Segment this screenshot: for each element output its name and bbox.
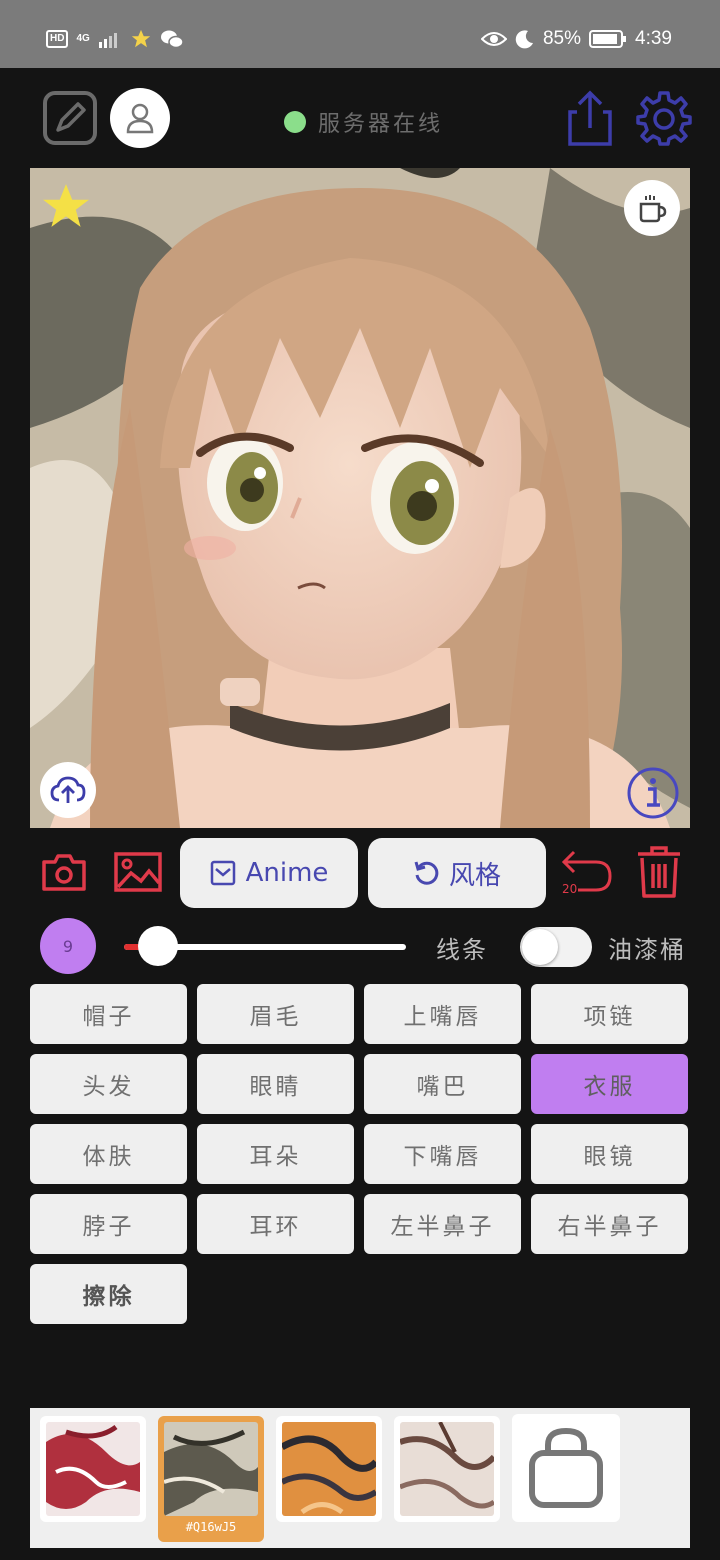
hd-indicator: HD xyxy=(46,30,69,48)
avatar-button[interactable] xyxy=(110,88,170,148)
info-button[interactable] xyxy=(626,766,680,820)
style-swatch[interactable] xyxy=(40,1416,146,1522)
tag-eyes[interactable]: 眼睛 xyxy=(197,1054,354,1114)
tag-eyebrow[interactable]: 眉毛 xyxy=(197,984,354,1044)
image-icon xyxy=(114,852,162,892)
network-indicator: 4G xyxy=(76,33,90,44)
upload-button[interactable] xyxy=(40,762,96,818)
coffee-cup-icon xyxy=(639,195,667,223)
server-status-dot xyxy=(284,111,306,133)
eye-icon xyxy=(480,32,507,46)
share-icon xyxy=(568,90,612,146)
edit-button[interactable] xyxy=(42,90,98,146)
style-thumbnail-brown xyxy=(400,1422,494,1516)
tag-hat[interactable]: 帽子 xyxy=(30,984,187,1044)
tag-left-nose[interactable]: 左半鼻子 xyxy=(364,1194,521,1254)
style-swatch[interactable] xyxy=(394,1416,500,1522)
top-toolbar: 服务器在线 xyxy=(0,68,720,168)
style-store-button[interactable] xyxy=(512,1414,620,1522)
tag-mouth[interactable]: 嘴巴 xyxy=(364,1054,521,1114)
anime-portrait-image xyxy=(30,168,690,828)
gallery-button[interactable] xyxy=(112,848,164,896)
style-swatch[interactable] xyxy=(276,1416,382,1522)
style-swatch-selected[interactable]: #Q16wJ5 xyxy=(158,1416,264,1542)
wechat-icon xyxy=(160,30,184,49)
tag-erase[interactable]: 擦除 xyxy=(30,1264,187,1324)
tag-hair[interactable]: 头发 xyxy=(30,1054,187,1114)
tag-necklace[interactable]: 项链 xyxy=(531,984,688,1044)
moon-icon xyxy=(515,30,533,49)
tag-earring[interactable]: 耳环 xyxy=(197,1194,354,1254)
tag-lower-lip[interactable]: 下嘴唇 xyxy=(364,1124,521,1184)
tag-right-nose[interactable]: 右半鼻子 xyxy=(531,1194,688,1254)
tag-neck[interactable]: 脖子 xyxy=(30,1194,187,1254)
status-bar: HD 4G 85% 4:39 xyxy=(0,0,720,68)
star-notification-icon xyxy=(131,29,150,48)
refresh-icon xyxy=(414,861,439,885)
style-button[interactable]: 风格 xyxy=(368,838,546,908)
star-icon xyxy=(43,184,89,227)
battery-percent: 85% xyxy=(542,28,582,49)
anime-button-label: Anime xyxy=(245,858,329,888)
camera-button[interactable] xyxy=(40,848,88,896)
settings-button[interactable] xyxy=(634,88,694,148)
camera-icon xyxy=(42,854,86,891)
battery-icon xyxy=(589,30,627,48)
style-code: #Q16wJ5 xyxy=(185,1520,237,1534)
paint-bucket-label: 油漆桶 xyxy=(608,936,686,964)
slider-thumb[interactable] xyxy=(137,926,178,966)
undo-count: 20 xyxy=(562,882,578,896)
brush-size-badge[interactable]: 9 xyxy=(40,918,96,974)
generated-image[interactable] xyxy=(30,168,690,828)
tag-ears[interactable]: 耳朵 xyxy=(197,1124,354,1184)
trash-icon xyxy=(638,846,680,898)
server-status: 服务器在线 xyxy=(284,106,443,138)
server-status-label: 服务器在线 xyxy=(318,112,444,137)
line-label: 线条 xyxy=(436,936,488,964)
cloud-upload-icon xyxy=(50,776,86,803)
anime-button[interactable]: Anime xyxy=(180,838,358,908)
check-box-icon xyxy=(210,860,235,886)
info-icon xyxy=(627,767,679,819)
user-icon xyxy=(126,103,154,134)
tag-glasses[interactable]: 眼镜 xyxy=(531,1124,688,1184)
style-thumbnail-orange xyxy=(282,1422,376,1516)
coffee-button[interactable] xyxy=(624,180,680,236)
share-button[interactable] xyxy=(562,90,618,148)
tag-skin[interactable]: 体肤 xyxy=(30,1124,187,1184)
favorite-button[interactable] xyxy=(40,180,92,232)
toggle-knob xyxy=(522,929,558,965)
clock: 4:39 xyxy=(635,28,672,49)
tag-clothes[interactable]: 衣服 xyxy=(531,1054,688,1114)
signal-icon xyxy=(98,33,117,48)
style-thumbnail-red xyxy=(46,1422,140,1516)
paint-bucket-toggle[interactable] xyxy=(520,927,592,967)
style-button-label: 风格 xyxy=(448,860,501,891)
gear-icon xyxy=(636,91,692,146)
style-thumbnail-gray xyxy=(164,1422,258,1516)
tag-upper-lip[interactable]: 上嘴唇 xyxy=(364,984,521,1044)
edit-icon xyxy=(43,91,97,145)
delete-button[interactable] xyxy=(632,844,686,900)
shopping-bag-icon xyxy=(529,1427,603,1508)
